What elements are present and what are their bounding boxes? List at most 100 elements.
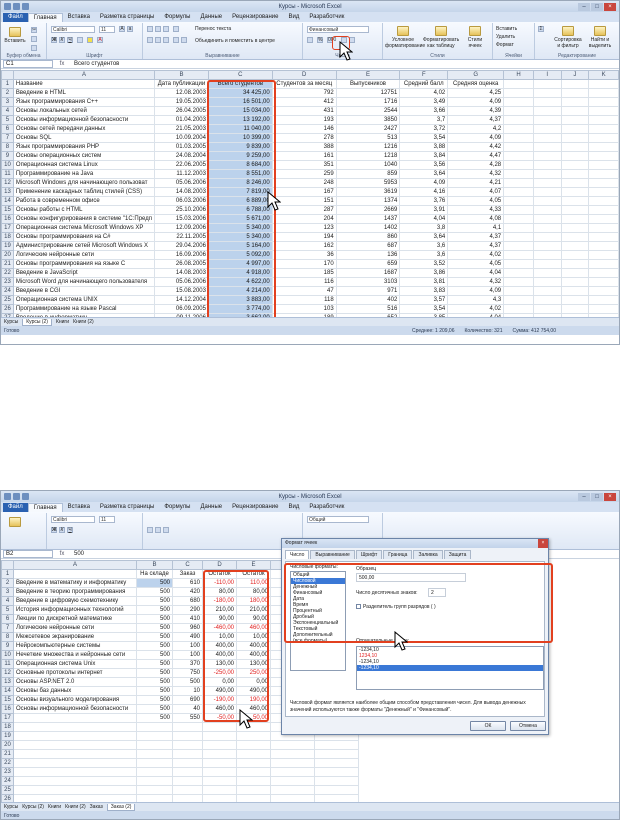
empty-cell[interactable] <box>13 758 137 768</box>
tab-formulas[interactable]: Формулы <box>159 13 195 22</box>
column-title-cell[interactable]: Выпускников <box>335 79 401 89</box>
course-name-cell[interactable]: Основы операционных систем <box>12 151 155 161</box>
data-cell[interactable]: 500 <box>136 623 173 633</box>
row-header[interactable]: 12 <box>1 668 14 678</box>
empty-cell[interactable] <box>560 214 590 224</box>
row-header[interactable]: 13 <box>1 187 14 197</box>
data-cell[interactable]: 4,1 <box>447 223 505 233</box>
data-cell[interactable]: 4,32 <box>447 169 505 179</box>
data-cell[interactable]: 500 <box>136 632 173 642</box>
empty-cell[interactable] <box>202 740 237 750</box>
empty-cell[interactable] <box>532 259 562 269</box>
data-cell[interactable]: 500 <box>136 605 173 615</box>
book-name-cell[interactable]: Основные протоколы интернет <box>13 668 137 678</box>
empty-cell[interactable] <box>503 142 534 152</box>
cancel-button[interactable]: Отмена <box>510 721 546 731</box>
align-right-icon[interactable] <box>163 37 169 43</box>
data-cell[interactable]: 3,83 <box>399 286 449 296</box>
empty-cell[interactable] <box>503 259 534 269</box>
column-title-cell[interactable]: Средний балл <box>399 79 449 89</box>
row-header[interactable]: 1 <box>1 569 14 579</box>
data-cell[interactable]: 4,2 <box>447 124 505 134</box>
data-cell[interactable]: 116 <box>271 277 337 287</box>
data-cell[interactable]: 4,02 <box>447 304 505 314</box>
font-name-select[interactable]: Calibri <box>51 26 95 33</box>
data-cell[interactable]: 1216 <box>335 142 401 152</box>
data-cell[interactable]: 516 <box>335 304 401 314</box>
tab-data[interactable]: Данные <box>195 13 227 22</box>
sheet-tab-books-2[interactable]: Книги (2) <box>65 804 86 810</box>
empty-cell[interactable] <box>202 776 237 786</box>
course-name-cell[interactable]: Логические нейронные сети <box>12 250 155 260</box>
select-all-corner[interactable] <box>1 70 14 80</box>
row-header[interactable]: 3 <box>1 587 14 597</box>
data-cell[interactable]: 1374 <box>335 196 401 206</box>
empty-cell[interactable] <box>270 740 315 750</box>
course-name-cell[interactable]: Применение каскадных таблиц стилей (CSS) <box>12 187 155 197</box>
empty-cell[interactable] <box>588 205 619 215</box>
row-header[interactable]: 15 <box>1 695 14 705</box>
course-name-cell[interactable]: Работа в современном офисе <box>12 196 155 206</box>
empty-cell[interactable] <box>172 740 203 750</box>
empty-cell[interactable] <box>503 196 534 206</box>
data-cell[interactable]: 500 <box>136 713 173 723</box>
tab-developer[interactable]: Разработчик <box>304 13 349 22</box>
row-header[interactable]: 6 <box>1 124 14 134</box>
empty-cell[interactable] <box>13 785 137 795</box>
row-header[interactable]: 1 <box>1 79 14 89</box>
row-header[interactable]: 25 <box>1 295 14 305</box>
data-cell[interactable]: 388 <box>271 142 337 152</box>
course-name-cell[interactable]: Основы конфигурирования в системе "1С:Пр… <box>12 214 155 224</box>
italic-icon[interactable]: К <box>59 37 65 43</box>
row-header[interactable]: 9 <box>1 151 14 161</box>
empty-cell[interactable] <box>236 749 271 759</box>
data-cell[interactable]: 05.06.2006 <box>153 277 209 287</box>
data-cell[interactable]: 01.03.2005 <box>153 142 209 152</box>
data-cell[interactable]: 10 <box>172 686 203 696</box>
empty-cell[interactable] <box>503 115 534 125</box>
row-header[interactable]: 10 <box>1 650 14 660</box>
column-header[interactable]: K <box>588 70 619 80</box>
book-name-cell[interactable]: Операционная система Unix <box>13 659 137 669</box>
merge-center-button[interactable]: Объединить и поместить в центре <box>195 38 275 44</box>
book-name-cell[interactable]: Логические нейронные сети <box>13 623 137 633</box>
tab-insert[interactable]: Вставка <box>63 503 95 512</box>
column-title-cell[interactable]: На складе <box>136 569 173 579</box>
data-cell[interactable]: 3103 <box>335 277 401 287</box>
data-cell[interactable]: 4,37 <box>447 232 505 242</box>
data-cell[interactable]: 16.09.2006 <box>153 250 209 260</box>
empty-cell[interactable] <box>588 295 619 305</box>
empty-cell[interactable] <box>172 776 203 786</box>
empty-cell[interactable] <box>560 232 590 242</box>
align-left-icon[interactable] <box>147 527 153 533</box>
row-header[interactable]: 16 <box>1 214 14 224</box>
data-cell[interactable]: 1040 <box>335 160 401 170</box>
empty-cell[interactable] <box>560 277 590 287</box>
data-cell[interactable]: 1437 <box>335 214 401 224</box>
data-cell[interactable]: 162 <box>271 241 337 251</box>
course-name-cell[interactable]: Введение в HTML <box>12 88 155 98</box>
data-cell[interactable]: 2544 <box>335 106 401 116</box>
tab-developer[interactable]: Разработчик <box>304 503 349 512</box>
empty-cell[interactable] <box>588 169 619 179</box>
empty-cell[interactable] <box>13 731 137 741</box>
data-cell[interactable]: 3,81 <box>399 277 449 287</box>
column-header[interactable]: A <box>13 560 137 570</box>
data-cell[interactable]: 3,54 <box>399 133 449 143</box>
empty-cell[interactable] <box>172 785 203 795</box>
column-header[interactable]: H <box>503 70 534 80</box>
course-name-cell[interactable]: Администрирование сетей Microsoft Window… <box>12 241 155 251</box>
column-title-cell[interactable]: Название <box>12 79 155 89</box>
empty-cell[interactable] <box>588 304 619 314</box>
empty-cell[interactable] <box>588 97 619 107</box>
align-bottom-icon[interactable] <box>163 26 169 32</box>
row-header[interactable]: 16 <box>1 704 14 714</box>
empty-cell[interactable] <box>532 151 562 161</box>
empty-cell[interactable] <box>202 722 237 732</box>
column-header[interactable]: E <box>236 560 271 570</box>
data-cell[interactable]: 167 <box>271 187 337 197</box>
row-header[interactable]: 21 <box>1 749 14 759</box>
empty-cell[interactable] <box>314 785 359 795</box>
column-header[interactable]: B <box>136 560 173 570</box>
data-cell[interactable]: 960 <box>172 623 203 633</box>
